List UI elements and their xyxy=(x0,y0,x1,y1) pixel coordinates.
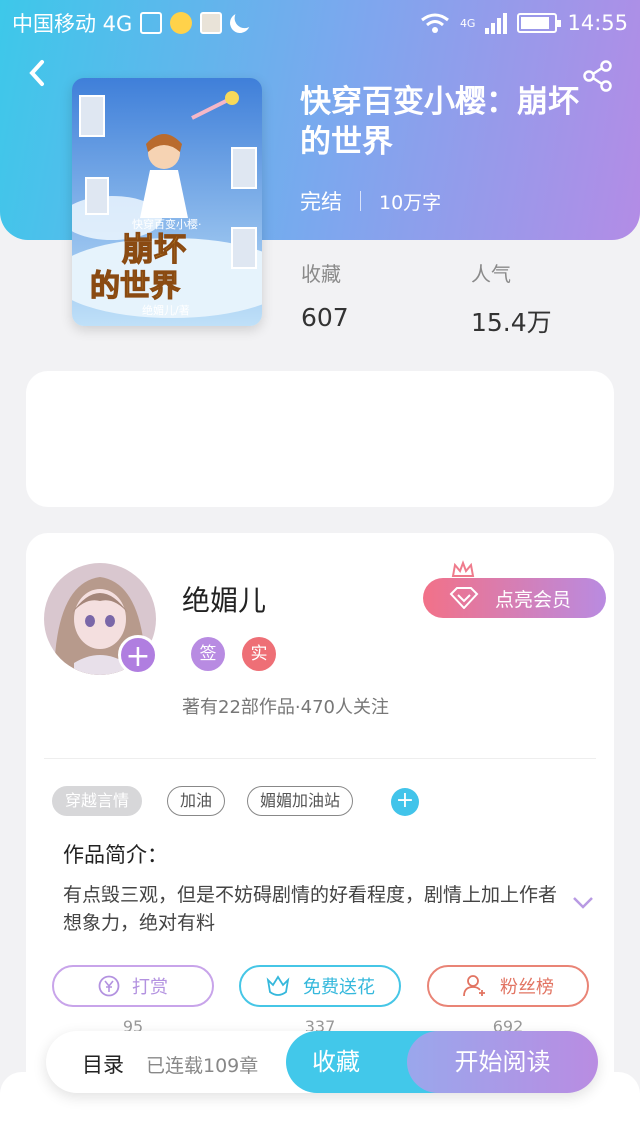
book-word-count: 10万字 xyxy=(379,191,442,214)
bottom-action-bar: 目录 已连载109章 收藏 开始阅读 xyxy=(46,1031,598,1093)
book-meta: 完结 10万字 xyxy=(300,186,441,216)
add-tag-button[interactable]: + xyxy=(391,788,419,816)
verified-badge: 实 xyxy=(242,637,276,671)
coin-icon xyxy=(98,975,120,997)
follow-author-button[interactable]: + xyxy=(118,635,158,675)
meta-separator xyxy=(360,191,361,211)
status-bar: 中国移动 4G 4G 14:55 xyxy=(0,0,640,46)
image-notification-icon xyxy=(140,12,163,34)
cover-title-text-2: 的世界 xyxy=(90,269,180,304)
reward-label: 打赏 xyxy=(132,977,168,998)
cover-author-text: 绝媚儿/著 xyxy=(142,303,190,317)
clock: 14:55 xyxy=(567,11,628,35)
cover-series-text: 快穿百变小樱· xyxy=(132,217,202,231)
toc-button[interactable]: 目录 xyxy=(82,1049,124,1079)
stat-value: 607 xyxy=(301,303,349,332)
empty-card xyxy=(26,371,614,507)
send-flower-label: 免费送花 xyxy=(303,977,375,998)
vip-button-label: 点亮会员 xyxy=(495,588,572,611)
flower-icon xyxy=(266,975,290,996)
fans-icon xyxy=(463,975,485,997)
chevron-down-icon[interactable] xyxy=(572,895,594,911)
author-stats: 著有22部作品·470人关注 xyxy=(182,697,389,718)
tag-genre[interactable]: 穿越言情 xyxy=(52,786,143,816)
vip-button[interactable]: 点亮会员 xyxy=(423,578,606,618)
network-type-label: 4G xyxy=(459,17,476,30)
book-status: 完结 xyxy=(300,190,342,214)
crown-icon xyxy=(451,560,475,577)
carrier-label: 中国移动 4G xyxy=(12,12,133,36)
stat-favorites: 收藏 607 xyxy=(301,258,349,332)
book-title: 快穿百变小樱：崩坏的世界 xyxy=(300,84,579,160)
fan-ranking-label: 粉丝榜 xyxy=(500,977,554,998)
stat-label: 人气 xyxy=(471,262,511,286)
wifi-icon xyxy=(421,13,449,33)
book-cover[interactable]: 快穿百变小樱· 崩坏 的世界 绝媚儿/著 xyxy=(72,78,262,326)
battery-icon xyxy=(517,13,562,33)
author-name[interactable]: 绝媚儿 xyxy=(182,579,266,619)
signed-badge: 签 xyxy=(191,637,225,671)
tag-cheer[interactable]: 加油 xyxy=(167,786,226,816)
back-icon[interactable] xyxy=(22,58,52,88)
divider xyxy=(44,758,596,759)
stat-label: 收藏 xyxy=(301,262,341,286)
reward-button[interactable]: 打赏 xyxy=(52,965,214,1007)
app-notification-icon xyxy=(200,12,223,34)
moon-icon xyxy=(227,10,253,36)
tag-fan-station[interactable]: 媚媚加油站 xyxy=(247,786,354,816)
bulb-notification-icon xyxy=(170,12,193,34)
intro-text: 有点毁三观，但是不妨碍剧情的好看程度，剧情上加上作者想象力，绝对有料 xyxy=(63,884,558,934)
start-reading-button[interactable]: 开始阅读 xyxy=(407,1031,598,1093)
stat-popularity: 人气 15.4万 xyxy=(471,258,552,339)
intro-label: 作品简介： xyxy=(63,843,168,867)
chapter-count: 已连载109章 xyxy=(146,1055,259,1077)
fan-ranking-button[interactable]: 粉丝榜 xyxy=(427,965,589,1007)
diamond-icon xyxy=(449,587,479,609)
signal-icon xyxy=(485,12,508,34)
send-flower-button[interactable]: 免费送花 xyxy=(239,965,401,1007)
cover-title-text-1: 崩坏 xyxy=(122,230,186,268)
stat-value: 15.4万 xyxy=(471,308,552,337)
